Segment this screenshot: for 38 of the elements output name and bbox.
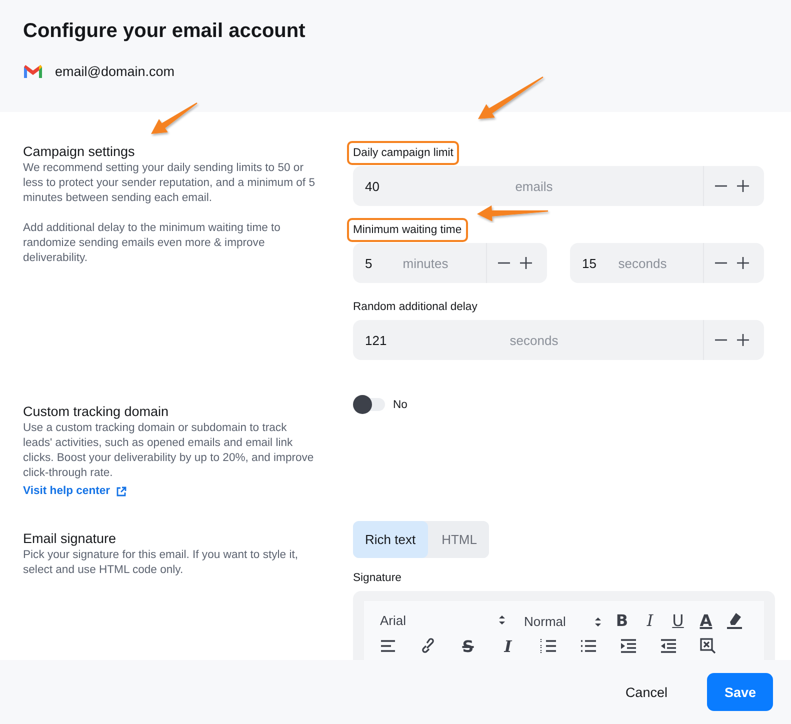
highlighted-field-label: Minimum waiting time — [347, 218, 468, 242]
section-description: Use a custom tracking domain or subdomain to track leads' activities, such as opened emails and email link clicks. Boost your deliverability by up to 20%, and improve click-through rate. — [23, 421, 315, 481]
stepper-value: 40 — [365, 178, 380, 194]
underline-button[interactable]: U — [664, 609, 692, 631]
section-title: Campaign settings — [23, 143, 135, 160]
unit-label: emails — [515, 178, 553, 194]
editor-mode-tab[interactable]: Rich text — [353, 521, 428, 558]
font-select[interactable]: Arial — [380, 612, 506, 628]
stepper-value: 15 — [582, 256, 598, 270]
unit-label: seconds — [510, 332, 558, 348]
size-select[interactable]: Normal — [524, 614, 602, 629]
unit-label: minutes — [402, 256, 448, 270]
field-label: Signature — [353, 572, 402, 584]
section-title: Email signature — [23, 530, 116, 547]
unit-label: seconds — [618, 256, 667, 270]
number-stepper[interactable]: 5 minutes — [353, 243, 547, 283]
stepper-value: 121 — [365, 332, 388, 348]
section-title: Custom tracking domain — [23, 403, 169, 420]
save-button[interactable]: Save — [707, 673, 773, 711]
account-email: email@domain.com — [55, 64, 174, 79]
section-description: Add additional delay to the minimum waiting time to randomize sending emails even more & improve deliverability. — [23, 221, 282, 266]
field-label: Random additional delay — [352, 300, 478, 315]
section-description: Pick your signature for this email. If you want to style it, select and use HTML code only. — [23, 548, 300, 578]
section-description: We recommend setting your daily sending limits to 50 or less to protect your sender reputation, and a minimum of 5 minutes between sending each email. — [23, 161, 316, 206]
number-stepper[interactable]: 40 emails — [353, 166, 764, 206]
help-center-link[interactable]: Visit help center — [23, 484, 128, 499]
text-color-button[interactable]: A — [692, 609, 720, 631]
italic-button[interactable]: I — [636, 609, 664, 631]
dialog-title: Configure your email account — [23, 19, 306, 44]
bold-button[interactable]: B — [608, 609, 636, 631]
number-stepper[interactable]: 121 seconds — [353, 320, 764, 360]
strikethrough-button[interactable]: S — [454, 635, 482, 657]
number-stepper[interactable]: 15 seconds — [570, 243, 764, 283]
highlighted-field-label: Daily campaign limit — [347, 141, 460, 165]
stepper-value: 5 — [365, 256, 374, 270]
cancel-button[interactable]: Cancel — [607, 673, 686, 711]
clear-format-button[interactable]: I — [494, 635, 522, 657]
toggle-label: No — [393, 398, 408, 410]
